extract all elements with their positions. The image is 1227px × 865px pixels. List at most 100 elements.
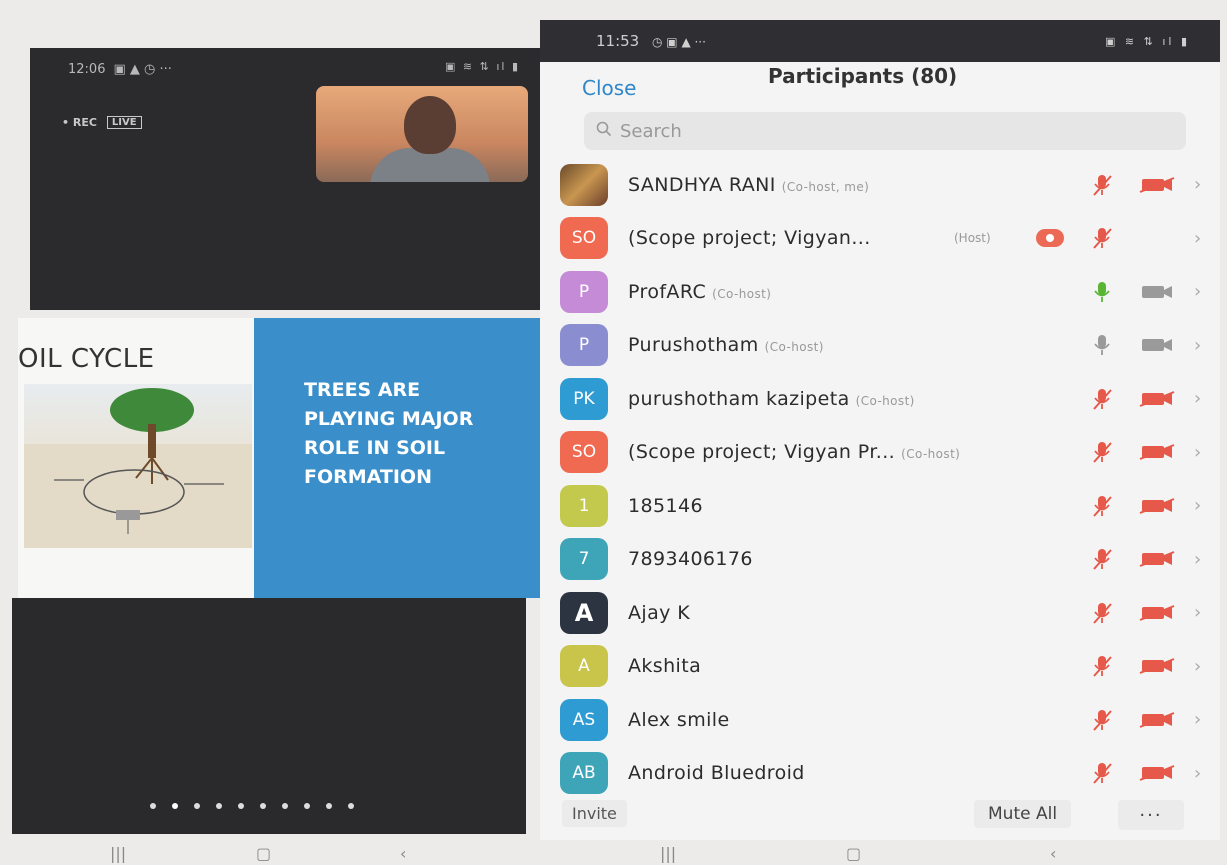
mic-muted-icon[interactable] (1092, 601, 1112, 625)
chevron-right-icon[interactable]: › (1194, 656, 1201, 677)
mic-muted-icon[interactable] (1092, 173, 1112, 197)
camera-off-icon[interactable] (1138, 550, 1178, 568)
recent-apps-icon[interactable]: ||| (660, 844, 676, 863)
page-dot[interactable] (172, 803, 178, 809)
camera-off-icon[interactable] (1138, 657, 1178, 675)
mic-icon[interactable] (1092, 280, 1112, 304)
participant-role: (Co-host) (712, 286, 772, 301)
page-title: Participants (80) (768, 64, 958, 88)
participant-name: 7893406176 (628, 548, 753, 570)
back-icon[interactable]: ‹ (400, 844, 406, 863)
close-button[interactable]: Close (582, 76, 636, 100)
mic-muted-icon[interactable] (1092, 387, 1112, 411)
chevron-right-icon[interactable]: › (1194, 174, 1201, 195)
page-dot[interactable] (260, 803, 266, 809)
page-dot[interactable] (216, 803, 222, 809)
invite-button[interactable]: Invite (562, 800, 627, 827)
mic-muted-icon[interactable] (1092, 547, 1112, 571)
participant-row[interactable]: P ProfARC (Co-host) › (540, 265, 1220, 319)
camera-off-icon[interactable] (1138, 443, 1178, 461)
page-dot[interactable] (348, 803, 354, 809)
chevron-right-icon[interactable]: › (1194, 228, 1201, 249)
avatar: AS (560, 698, 608, 741)
participants-panel: 11:53 ◷ ▣ ▲ ··· ▣ ≋ ⇅ ıl ▮ Close Partici… (540, 20, 1220, 840)
search-input[interactable]: Search (584, 112, 1186, 150)
page-indicator[interactable] (150, 803, 354, 809)
chevron-right-icon[interactable]: › (1194, 549, 1201, 570)
chevron-right-icon[interactable]: › (1194, 281, 1201, 302)
camera-off-icon[interactable] (1138, 497, 1178, 515)
participant-row[interactable]: AS Alex smile › (540, 693, 1220, 747)
participant-name: (Scope project; Vigyan Pr... (Co-host) (628, 441, 960, 463)
participant-row[interactable]: SO (Scope project; Vigyan... (Host) › (540, 212, 1220, 266)
mic-muted-icon[interactable] (1092, 654, 1112, 678)
mic-muted-icon[interactable] (1092, 226, 1112, 250)
avatar: P (560, 324, 608, 367)
page-dot[interactable] (326, 803, 332, 809)
participant-row[interactable]: SO (Scope project; Vigyan Pr... (Co-host) › (540, 426, 1220, 480)
participant-name: ProfARC (Co-host) (628, 281, 771, 303)
page-dot[interactable] (238, 803, 244, 809)
chevron-right-icon[interactable]: › (1194, 442, 1201, 463)
mic-muted-icon[interactable] (1092, 440, 1112, 464)
participant-name: Ajay K (628, 602, 690, 624)
panel-header: Close Participants (80) (540, 62, 1220, 112)
avatar: SO (560, 431, 608, 474)
camera-off-icon[interactable] (1138, 176, 1178, 194)
page-dot[interactable] (194, 803, 200, 809)
more-options-button[interactable]: ··· (1118, 800, 1184, 830)
mic-muted-icon[interactable] (1092, 761, 1112, 785)
camera-off-icon[interactable] (1138, 711, 1178, 729)
participant-row[interactable]: 7 7893406176 › (540, 533, 1220, 587)
page-dot[interactable] (282, 803, 288, 809)
active-speaker-video[interactable] (316, 86, 528, 182)
camera-icon[interactable] (1138, 336, 1178, 354)
mic-muted-icon[interactable] (1092, 708, 1112, 732)
avatar: PK (560, 377, 608, 420)
participant-name-text: Ajay K (628, 601, 691, 624)
avatar: 7 (560, 538, 608, 581)
home-icon[interactable]: ▢ (846, 844, 861, 863)
participant-name-text: 185146 (628, 494, 703, 517)
chevron-right-icon[interactable]: › (1194, 709, 1201, 730)
camera-off-icon[interactable] (1138, 764, 1178, 782)
avatar: P (560, 270, 608, 313)
shared-screen-slide: OIL CYCLE TREES ARE PLAYING MAJOR ROLE I… (18, 318, 540, 598)
chevron-right-icon[interactable]: › (1194, 602, 1201, 623)
camera-icon[interactable] (1138, 283, 1178, 301)
participant-row[interactable]: P Purushotham (Co-host) › (540, 319, 1220, 373)
recent-apps-icon[interactable]: ||| (110, 844, 126, 863)
participant-row[interactable]: A Ajay K › (540, 586, 1220, 640)
participant-row[interactable]: PK purushotham kazipeta (Co-host) › (540, 372, 1220, 426)
system-nav-bar: ||| ▢ ‹ ||| ▢ ‹ (0, 842, 1227, 865)
back-icon[interactable]: ‹ (1050, 844, 1056, 863)
page-dot[interactable] (304, 803, 310, 809)
participant-name-text: Akshita (628, 655, 702, 678)
mic-muted-icon[interactable] (1092, 494, 1112, 518)
slide-line: ROLE IN SOIL (304, 437, 446, 459)
mute-all-button[interactable]: Mute All (974, 800, 1072, 828)
home-icon[interactable]: ▢ (256, 844, 271, 863)
participant-name-text: ProfARC (628, 280, 707, 303)
slide-text-panel: TREES ARE PLAYING MAJOR ROLE IN SOIL FOR… (254, 318, 540, 598)
chevron-right-icon[interactable]: › (1194, 335, 1201, 356)
chevron-right-icon[interactable]: › (1194, 763, 1201, 784)
camera-off-icon[interactable] (1138, 390, 1178, 408)
avatar (560, 163, 608, 206)
camera-off-icon[interactable] (1138, 604, 1178, 622)
participants-list: SANDHYA RANI (Co-host, me) › SO (Scope proje… (540, 158, 1220, 800)
participant-row[interactable]: 1 185146 › (540, 479, 1220, 533)
chevron-right-icon[interactable]: › (1194, 388, 1201, 409)
participant-row[interactable]: SANDHYA RANI (Co-host, me) › (540, 158, 1220, 212)
participant-row[interactable]: A Akshita › (540, 640, 1220, 694)
soil-cycle-diagram (24, 384, 252, 548)
status-time: 12:06 (68, 62, 106, 77)
chevron-right-icon[interactable]: › (1194, 495, 1201, 516)
video-person-head (404, 96, 456, 154)
mic-icon[interactable] (1092, 333, 1112, 357)
slide-title: OIL CYCLE (18, 344, 155, 374)
page-dot[interactable] (150, 803, 156, 809)
live-badge[interactable]: LIVE (106, 116, 142, 129)
slide-line: TREES ARE (304, 379, 421, 401)
status-icons: ▣ ▲ ◷ ··· (113, 62, 172, 77)
